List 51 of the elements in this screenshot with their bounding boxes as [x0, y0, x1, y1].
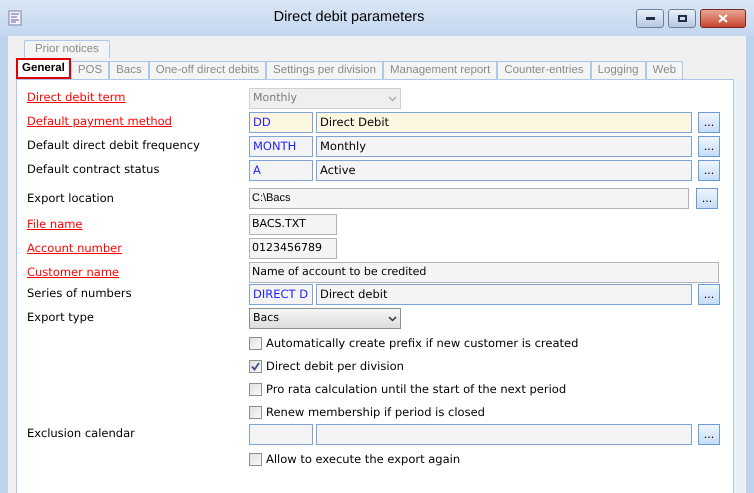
required-field-link[interactable]: File name: [27, 216, 83, 231]
required-field-link[interactable]: Default payment method: [27, 114, 172, 128]
code-field[interactable]: DD: [249, 112, 313, 133]
text-field[interactable]: Name of account to be credited: [249, 262, 719, 282]
field-label: Default contract status: [27, 162, 160, 176]
description-field[interactable]: Direct debit: [316, 284, 692, 305]
description-field[interactable]: Direct Debit: [316, 112, 692, 133]
field-label: Default direct debit frequency: [27, 138, 200, 152]
browse-button[interactable]: ...: [698, 284, 720, 305]
checkmark-icon: [251, 362, 260, 371]
code-field[interactable]: MONTH: [249, 136, 313, 157]
field-label: Series of numbers: [27, 286, 132, 300]
minimize-button[interactable]: [636, 8, 664, 28]
browse-button[interactable]: ...: [698, 136, 720, 157]
tab[interactable]: General: [16, 58, 71, 79]
description-field[interactable]: Monthly: [316, 136, 692, 157]
checkbox-option[interactable]: Pro rata calculation until the start of the next period: [249, 380, 566, 398]
checkbox-option[interactable]: Renew membership if period is closed: [249, 404, 485, 422]
code-field[interactable]: A: [249, 160, 313, 181]
dropdown[interactable]: Bacs: [249, 308, 401, 329]
close-button[interactable]: [700, 8, 746, 28]
checkbox[interactable]: [249, 337, 262, 350]
checkbox-option[interactable]: Allow to execute the export again: [249, 450, 460, 468]
text-field[interactable]: BACS.TXT: [249, 214, 337, 234]
code-field[interactable]: [249, 424, 313, 445]
checkbox[interactable]: [249, 360, 262, 373]
field-label: Exclusion calendar: [27, 426, 135, 440]
required-field-link[interactable]: Account number: [27, 240, 122, 255]
code-field[interactable]: DIRECT D: [249, 284, 313, 305]
browse-button[interactable]: ...: [698, 112, 720, 133]
maximize-button[interactable]: [668, 8, 696, 28]
window-title: Direct debit parameters: [272, 8, 426, 28]
chevron-down-icon: [388, 316, 397, 322]
field-label: Export location: [27, 190, 114, 205]
field-label: Export type: [27, 310, 94, 324]
checkbox[interactable]: [249, 383, 262, 396]
browse-button[interactable]: ...: [698, 160, 720, 181]
checkbox[interactable]: [249, 453, 262, 466]
description-field[interactable]: Active: [316, 160, 692, 181]
required-field-link[interactable]: Customer name: [27, 264, 120, 279]
close-icon: [718, 14, 728, 22]
checkbox[interactable]: [249, 406, 262, 419]
document-icon: [8, 10, 22, 26]
checkbox-option[interactable]: Automatically create prefix if new customer is created: [249, 334, 578, 352]
text-field[interactable]: 0123456789: [249, 238, 337, 258]
chevron-down-icon: [388, 96, 397, 102]
browse-button[interactable]: ...: [696, 188, 718, 208]
path-field[interactable]: C:\Bacs: [249, 188, 689, 208]
checkbox-option[interactable]: Direct debit per division: [249, 358, 404, 376]
description-field[interactable]: [316, 424, 692, 445]
browse-button[interactable]: ...: [698, 424, 720, 445]
